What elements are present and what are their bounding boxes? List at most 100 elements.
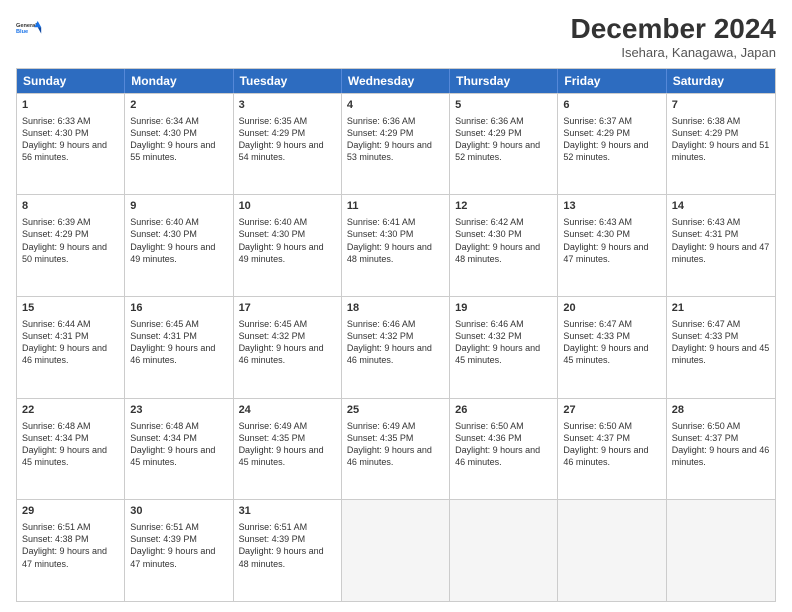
day-4: 4 Sunrise: 6:36 AMSunset: 4:29 PMDaylight… xyxy=(342,94,450,195)
header-saturday: Saturday xyxy=(667,69,775,93)
day-number-12: 12 xyxy=(455,199,552,214)
day-5: 5Sunrise: 6:36 AMSunset: 4:29 PMDaylight… xyxy=(450,94,558,195)
day-17: 17 Sunrise: 6:45 AMSunset: 4:32 PMDayligh… xyxy=(234,297,342,398)
day-number-16: 16 xyxy=(130,301,227,316)
day-13: 13Sunrise: 6:43 AMSunset: 4:30 PMDayligh… xyxy=(558,195,666,296)
day-number-7: 7 xyxy=(672,98,770,113)
day-6: 6 Sunrise: 6:37 AMSunset: 4:29 PMDaylight… xyxy=(558,94,666,195)
day-number-29: 29 xyxy=(22,504,119,519)
day-1: 1 Sunrise: 6:33 AMSunset: 4:30 PMDaylight… xyxy=(17,94,125,195)
day-info-22: Sunrise: 6:48 AMSunset: 4:34 PMDaylight:… xyxy=(22,420,119,469)
week-row-5: 29Sunrise: 6:51 AMSunset: 4:38 PMDayligh… xyxy=(17,499,775,601)
header-wednesday: Wednesday xyxy=(342,69,450,93)
day-9: 9 Sunrise: 6:40 AMSunset: 4:30 PMDaylight… xyxy=(125,195,233,296)
week-row-2: 8Sunrise: 6:39 AMSunset: 4:29 PMDaylight… xyxy=(17,194,775,296)
day-info-21: Sunrise: 6:47 AMSunset: 4:33 PMDaylight:… xyxy=(672,318,770,367)
day-16: 16 Sunrise: 6:45 AMSunset: 4:31 PMDayligh… xyxy=(125,297,233,398)
week-row-1: 1 Sunrise: 6:33 AMSunset: 4:30 PMDaylight… xyxy=(17,93,775,195)
svg-text:General: General xyxy=(16,23,37,29)
day-number-25: 25 xyxy=(347,403,444,418)
day-info-15: Sunrise: 6:44 AMSunset: 4:31 PMDaylight:… xyxy=(22,318,119,367)
day-number-1: 1 xyxy=(22,98,119,113)
day-number-20: 20 xyxy=(563,301,660,316)
day-11: 11 Sunrise: 6:41 AMSunset: 4:30 PMDayligh… xyxy=(342,195,450,296)
day-info-17: Sunrise: 6:45 AMSunset: 4:32 PMDaylight:… xyxy=(239,318,336,367)
day-info-4: Sunrise: 6:36 AMSunset: 4:29 PMDaylight:… xyxy=(347,115,444,164)
logo-icon: GeneralBlue xyxy=(16,14,44,42)
day-number-11: 11 xyxy=(347,199,444,214)
day-7: 7 Sunrise: 6:38 AMSunset: 4:29 PMDaylight… xyxy=(667,94,775,195)
day-info-27: Sunrise: 6:50 AMSunset: 4:37 PMDaylight:… xyxy=(563,420,660,469)
day-number-3: 3 xyxy=(239,98,336,113)
day-number-28: 28 xyxy=(672,403,770,418)
day-number-2: 2 xyxy=(130,98,227,113)
empty-cell xyxy=(450,500,558,601)
day-29: 29Sunrise: 6:51 AMSunset: 4:38 PMDayligh… xyxy=(17,500,125,601)
day-info-25: Sunrise: 6:49 AMSunset: 4:35 PMDaylight:… xyxy=(347,420,444,469)
day-info-18: Sunrise: 6:46 AMSunset: 4:32 PMDaylight:… xyxy=(347,318,444,367)
header-friday: Friday xyxy=(558,69,666,93)
day-number-10: 10 xyxy=(239,199,336,214)
day-3: 3 Sunrise: 6:35 AMSunset: 4:29 PMDaylight… xyxy=(234,94,342,195)
day-12: 12Sunrise: 6:42 AMSunset: 4:30 PMDayligh… xyxy=(450,195,558,296)
day-18: 18 Sunrise: 6:46 AMSunset: 4:32 PMDayligh… xyxy=(342,297,450,398)
day-info-8: Sunrise: 6:39 AMSunset: 4:29 PMDaylight:… xyxy=(22,216,119,265)
day-number-9: 9 xyxy=(130,199,227,214)
day-info-20: Sunrise: 6:47 AMSunset: 4:33 PMDaylight:… xyxy=(563,318,660,367)
day-number-6: 6 xyxy=(563,98,660,113)
location-subtitle: Isehara, Kanagawa, Japan xyxy=(571,45,776,60)
day-number-13: 13 xyxy=(563,199,660,214)
day-number-18: 18 xyxy=(347,301,444,316)
calendar-header: SundayMondayTuesdayWednesdayThursdayFrid… xyxy=(17,69,775,93)
day-info-9: Sunrise: 6:40 AMSunset: 4:30 PMDaylight:… xyxy=(130,216,227,265)
day-info-10: Sunrise: 6:40 AMSunset: 4:30 PMDaylight:… xyxy=(239,216,336,265)
day-info-2: Sunrise: 6:34 AMSunset: 4:30 PMDaylight:… xyxy=(130,115,227,164)
day-23: 23 Sunrise: 6:48 AMSunset: 4:34 PMDayligh… xyxy=(125,399,233,500)
week-row-4: 22Sunrise: 6:48 AMSunset: 4:34 PMDayligh… xyxy=(17,398,775,500)
day-info-16: Sunrise: 6:45 AMSunset: 4:31 PMDaylight:… xyxy=(130,318,227,367)
empty-cell xyxy=(558,500,666,601)
day-number-23: 23 xyxy=(130,403,227,418)
day-info-14: Sunrise: 6:43 AMSunset: 4:31 PMDaylight:… xyxy=(672,216,770,265)
day-info-30: Sunrise: 6:51 AMSunset: 4:39 PMDaylight:… xyxy=(130,521,227,570)
day-number-24: 24 xyxy=(239,403,336,418)
day-info-31: Sunrise: 6:51 AMSunset: 4:39 PMDaylight:… xyxy=(239,521,336,570)
day-number-27: 27 xyxy=(563,403,660,418)
calendar: SundayMondayTuesdayWednesdayThursdayFrid… xyxy=(16,68,776,602)
day-20: 20 Sunrise: 6:47 AMSunset: 4:33 PMDayligh… xyxy=(558,297,666,398)
day-31: 31Sunrise: 6:51 AMSunset: 4:39 PMDayligh… xyxy=(234,500,342,601)
day-info-3: Sunrise: 6:35 AMSunset: 4:29 PMDaylight:… xyxy=(239,115,336,164)
day-info-11: Sunrise: 6:41 AMSunset: 4:30 PMDaylight:… xyxy=(347,216,444,265)
day-info-24: Sunrise: 6:49 AMSunset: 4:35 PMDaylight:… xyxy=(239,420,336,469)
svg-text:Blue: Blue xyxy=(16,29,28,35)
day-26: 26Sunrise: 6:50 AMSunset: 4:36 PMDayligh… xyxy=(450,399,558,500)
day-number-14: 14 xyxy=(672,199,770,214)
title-block: December 2024 Isehara, Kanagawa, Japan xyxy=(571,14,776,60)
day-25: 25 Sunrise: 6:49 AMSunset: 4:35 PMDayligh… xyxy=(342,399,450,500)
month-title: December 2024 xyxy=(571,14,776,45)
day-info-5: Sunrise: 6:36 AMSunset: 4:29 PMDaylight:… xyxy=(455,115,552,164)
day-21: 21 Sunrise: 6:47 AMSunset: 4:33 PMDayligh… xyxy=(667,297,775,398)
day-number-26: 26 xyxy=(455,403,552,418)
day-number-4: 4 xyxy=(347,98,444,113)
day-info-1: Sunrise: 6:33 AMSunset: 4:30 PMDaylight:… xyxy=(22,115,119,164)
empty-cell xyxy=(667,500,775,601)
page-header: GeneralBlue December 2024 Isehara, Kanag… xyxy=(16,14,776,60)
day-10: 10 Sunrise: 6:40 AMSunset: 4:30 PMDayligh… xyxy=(234,195,342,296)
header-tuesday: Tuesday xyxy=(234,69,342,93)
day-info-19: Sunrise: 6:46 AMSunset: 4:32 PMDaylight:… xyxy=(455,318,552,367)
day-15: 15Sunrise: 6:44 AMSunset: 4:31 PMDayligh… xyxy=(17,297,125,398)
day-number-17: 17 xyxy=(239,301,336,316)
day-19: 19Sunrise: 6:46 AMSunset: 4:32 PMDayligh… xyxy=(450,297,558,398)
week-row-3: 15Sunrise: 6:44 AMSunset: 4:31 PMDayligh… xyxy=(17,296,775,398)
day-info-7: Sunrise: 6:38 AMSunset: 4:29 PMDaylight:… xyxy=(672,115,770,164)
day-number-21: 21 xyxy=(672,301,770,316)
day-30: 30 Sunrise: 6:51 AMSunset: 4:39 PMDayligh… xyxy=(125,500,233,601)
logo: GeneralBlue xyxy=(16,14,44,42)
day-info-23: Sunrise: 6:48 AMSunset: 4:34 PMDaylight:… xyxy=(130,420,227,469)
empty-cell xyxy=(342,500,450,601)
day-info-28: Sunrise: 6:50 AMSunset: 4:37 PMDaylight:… xyxy=(672,420,770,469)
day-info-6: Sunrise: 6:37 AMSunset: 4:29 PMDaylight:… xyxy=(563,115,660,164)
day-8: 8Sunrise: 6:39 AMSunset: 4:29 PMDaylight… xyxy=(17,195,125,296)
day-number-30: 30 xyxy=(130,504,227,519)
